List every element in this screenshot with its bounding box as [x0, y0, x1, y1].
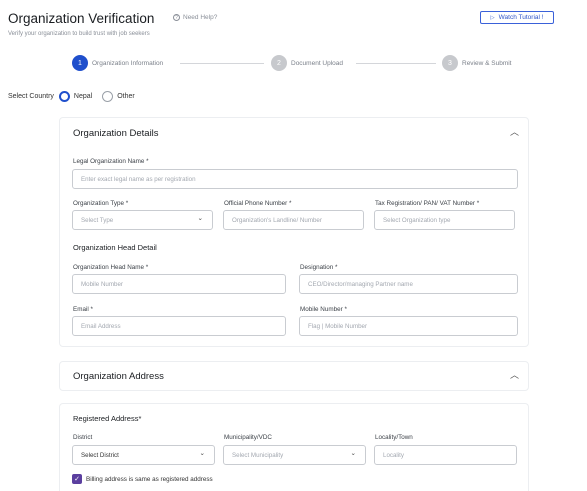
watch-tutorial-label: Watch Tutorial ! — [498, 14, 544, 21]
step-review-submit[interactable]: 3 Review & Submit — [442, 55, 512, 71]
radio-other-label: Other — [117, 93, 135, 100]
step-document-upload[interactable]: 2 Document Upload — [271, 55, 343, 71]
head-detail-heading: Organization Head Detail — [73, 243, 157, 252]
registered-address-heading: Registered Address* — [73, 414, 142, 423]
email-input[interactable] — [81, 321, 269, 332]
checkbox-checked-icon[interactable]: ✓ — [72, 474, 82, 484]
municipality-label: Municipality/VDC — [224, 434, 272, 441]
card-title: Organization Details — [73, 128, 159, 139]
need-help-label: Need Help? — [183, 14, 218, 21]
step-connector — [180, 63, 264, 64]
radio-nepal-label: Nepal — [73, 93, 93, 100]
locality-field[interactable] — [374, 445, 517, 465]
question-icon: ? — [173, 14, 180, 21]
district-label: District — [73, 434, 93, 441]
radio-nepal[interactable] — [58, 91, 70, 102]
billing-same-option[interactable]: ✓ Billing address is same as registered … — [72, 474, 213, 484]
phone-field[interactable] — [223, 210, 364, 230]
legal-name-input[interactable] — [81, 174, 501, 185]
phone-label: Official Phone Number * — [224, 200, 292, 207]
org-type-select[interactable]: Select Type ⌄ — [72, 210, 213, 230]
org-type-value: Select Type — [81, 217, 114, 224]
head-name-input[interactable] — [81, 279, 269, 290]
municipality-value: Select Municipality — [232, 452, 284, 459]
locality-label: Locality/Town — [375, 434, 413, 441]
municipality-select[interactable]: Select Municipality ⌄ — [223, 445, 366, 465]
head-name-field[interactable] — [72, 274, 286, 294]
designation-field[interactable] — [299, 274, 518, 294]
page-subtitle: Verify your organization to build trust … — [8, 31, 150, 37]
email-label: Email * — [73, 306, 93, 313]
step-connector — [356, 63, 436, 64]
card-title: Organization Address — [73, 371, 164, 382]
chevron-down-icon: ⌄ — [197, 215, 203, 222]
step-label: Review & Submit — [462, 59, 512, 67]
country-label: Select Country — [8, 93, 54, 100]
district-value: Select District — [81, 452, 119, 459]
chevron-down-icon: ⌄ — [350, 450, 356, 457]
step-label: Organization Information — [92, 59, 164, 67]
email-field[interactable] — [72, 316, 286, 336]
step-organization-information[interactable]: 1 Organization Information — [72, 55, 163, 71]
mobile-input[interactable] — [308, 321, 501, 332]
tax-input[interactable] — [383, 215, 498, 226]
district-select[interactable]: Select District ⌄ — [72, 445, 215, 465]
designation-input[interactable] — [308, 279, 501, 290]
phone-input[interactable] — [232, 215, 347, 226]
billing-same-label: Billing address is same as registered ad… — [86, 475, 213, 483]
locality-input[interactable] — [383, 450, 500, 461]
step-number: 2 — [271, 55, 287, 71]
page-title: Organization Verification — [8, 11, 155, 26]
head-name-label: Organization Head Name * — [73, 264, 149, 271]
radio-other[interactable] — [102, 91, 114, 102]
mobile-label: Mobile Number * — [300, 306, 347, 313]
collapse-chevron-icon[interactable]: ︿ — [510, 368, 519, 381]
legal-name-label: Legal Organization Name * — [73, 158, 149, 165]
org-type-label: Organization Type * — [73, 200, 129, 207]
step-number: 3 — [442, 55, 458, 71]
collapse-chevron-icon[interactable]: ︿ — [510, 125, 519, 138]
country-selector: Select Country Nepal Other — [8, 91, 135, 102]
mobile-field[interactable] — [299, 316, 518, 336]
organization-details-card: Organization Details ︿ Legal Organizatio… — [59, 117, 529, 347]
organization-address-card: Organization Address ︿ — [59, 361, 529, 391]
play-icon: ▷ — [490, 14, 495, 21]
tax-field[interactable] — [374, 210, 515, 230]
step-number: 1 — [72, 55, 88, 71]
progress-stepper: 1 Organization Information 2 Document Up… — [72, 55, 517, 73]
watch-tutorial-button[interactable]: ▷ Watch Tutorial ! — [480, 11, 554, 24]
step-label: Document Upload — [291, 59, 344, 67]
need-help-link[interactable]: ? Need Help? — [173, 14, 217, 21]
page-header: Organization Verification ? Need Help? V… — [0, 0, 587, 44]
tax-label: Tax Registration/ PAN/ VAT Number * — [375, 200, 480, 207]
chevron-down-icon: ⌄ — [199, 450, 205, 457]
designation-label: Designation * — [300, 264, 338, 271]
legal-name-field[interactable] — [72, 169, 518, 189]
